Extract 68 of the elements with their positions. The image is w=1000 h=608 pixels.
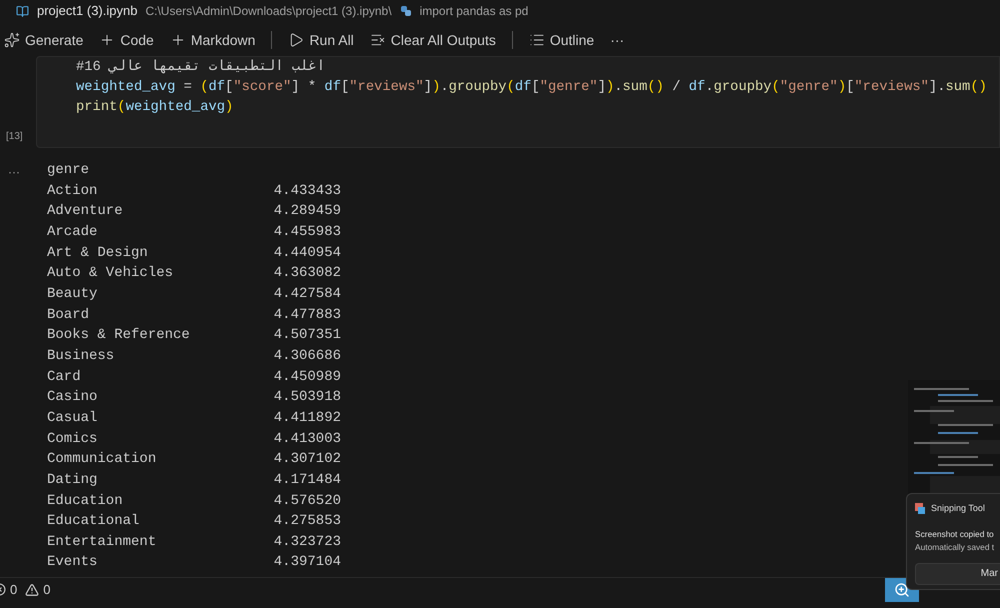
toast-app-name: Snipping Tool	[931, 502, 985, 515]
toolbar-button[interactable]: Run All	[288, 30, 354, 50]
genre-score: 4.171484	[274, 470, 341, 490]
genre-score: 4.507351	[274, 326, 341, 346]
toolbar-button[interactable]: Clear All Outputs	[370, 30, 496, 50]
genre-name: Communication	[47, 450, 156, 470]
genre-score: 4.363082	[274, 264, 341, 284]
error-count[interactable]: 0	[10, 580, 18, 600]
genre-name: Business	[47, 346, 114, 366]
genre-score: 4.411892	[274, 408, 341, 428]
genre-score: 4.275853	[274, 512, 341, 532]
genre-score: 4.427584	[274, 284, 341, 304]
toast-message: Automatically saved t	[915, 541, 994, 554]
run-icon	[288, 32, 304, 48]
genre-name: Arcade	[47, 222, 98, 242]
genre-score: 4.455983	[274, 222, 341, 242]
output-header: genre	[47, 161, 90, 180]
toast-message: Screenshot copied to	[915, 528, 994, 540]
code-line: weighted_avg = (df["score"] * df["reviews"]).groupby(df["genre"]).sum() / df.groupby("genre")["reviews"].sum()	[76, 79, 987, 97]
toast-button[interactable]: Mar	[915, 562, 1000, 585]
warning-icon	[25, 582, 40, 596]
genre-name: Beauty	[47, 284, 98, 304]
genre-score: 4.397104	[274, 553, 341, 572]
genre-name: Card	[47, 368, 81, 387]
genre-name: Comics	[47, 430, 98, 449]
genre-name: Educational	[47, 512, 140, 532]
genre-name: Art & Design	[47, 244, 148, 263]
genre-name: Board	[47, 306, 90, 325]
file-name[interactable]: project1 (3).ipynb	[37, 1, 138, 21]
genre-score: 4.307102	[274, 450, 341, 470]
genre-name: Dating	[47, 470, 98, 490]
genre-score: 4.289459	[274, 202, 341, 222]
genre-score: 4.477883	[274, 306, 341, 325]
genre-name: Books & Reference	[47, 326, 190, 346]
output-menu[interactable]: ···	[8, 165, 20, 179]
genre-name: Adventure	[47, 202, 123, 222]
more-button[interactable]: ···	[610, 30, 624, 50]
warning-count[interactable]: 0	[43, 580, 50, 600]
genre-name: Events	[47, 553, 98, 572]
breadcrumb-symbol[interactable]: import pandas as pd	[420, 2, 528, 20]
genre-name: Entertainment	[47, 532, 156, 552]
notebook-icon	[16, 4, 29, 18]
genre-score: 4.450989	[274, 368, 341, 387]
genre-score: 4.413003	[274, 430, 341, 449]
zoom-in-icon	[894, 582, 910, 598]
execution-count: [13]	[5, 130, 24, 144]
snipping-tool-icon	[915, 503, 925, 514]
toolbar-button[interactable]: Code	[99, 30, 154, 50]
sparkle-icon	[4, 32, 20, 48]
genre-name: Casino	[47, 388, 98, 408]
toolbar-button[interactable]: Markdown	[170, 30, 256, 50]
toolbar-button[interactable]: Generate	[4, 30, 84, 50]
genre-score: 4.440954	[274, 244, 341, 263]
genre-score: 4.576520	[274, 492, 341, 510]
code-line: #16 اغلب التطبيقات تقيمها عالي	[76, 58, 326, 77]
genre-name: Education	[47, 492, 123, 510]
toolbar-button[interactable]: Outline	[528, 30, 594, 50]
genre-name: Casual	[47, 408, 98, 428]
python-icon	[400, 5, 412, 17]
genre-score: 4.323723	[274, 532, 341, 552]
genre-score: 4.306686	[274, 346, 341, 366]
genre-score: 4.433433	[274, 182, 341, 201]
clear-icon	[370, 32, 386, 48]
genre-name: Action	[47, 182, 98, 201]
genre-score: 4.503918	[274, 388, 341, 408]
code-line: print(weighted_avg)	[76, 99, 234, 117]
genre-name: Auto & Vehicles	[47, 264, 174, 284]
breadcrumb-path[interactable]: C:\Users\Admin\Downloads\project1 (3).ipynb\	[145, 2, 392, 20]
